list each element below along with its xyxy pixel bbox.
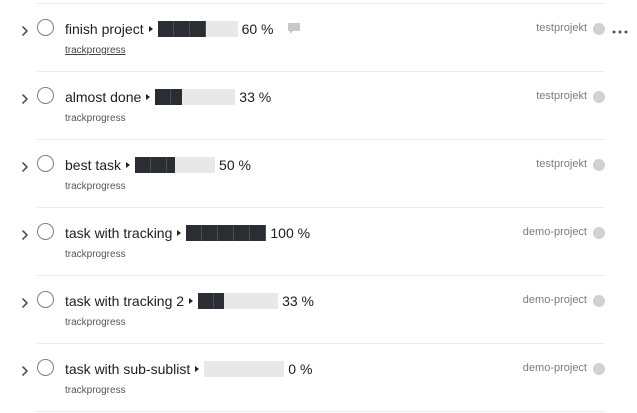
- progress-bar: [198, 293, 279, 309]
- progress-arrow-icon: [189, 298, 194, 304]
- chevron-right-icon[interactable]: [19, 23, 31, 39]
- progress-percent: 0 %: [288, 361, 313, 377]
- progress-bar: [157, 21, 238, 37]
- progress-percent: 100 %: [270, 225, 311, 241]
- task-title: finish project 60 %: [65, 20, 302, 38]
- task-name[interactable]: task with tracking 2: [65, 292, 184, 310]
- progress-bar: [155, 89, 236, 105]
- progress-arrow-icon: [146, 94, 151, 100]
- chevron-right-icon[interactable]: [19, 295, 31, 311]
- label-link[interactable]: trackprogress: [65, 113, 126, 125]
- task-title: task with tracking 100 %: [65, 224, 310, 242]
- chevron-right-icon[interactable]: [19, 91, 31, 107]
- project-name[interactable]: demo-project: [523, 293, 587, 307]
- chevron-right-icon[interactable]: [19, 227, 31, 243]
- project-name[interactable]: testprojekt: [536, 157, 587, 171]
- task-row[interactable]: almost done 33 % trackprogress testproje…: [0, 72, 637, 140]
- project-dot-icon: [593, 363, 605, 375]
- progress-percent: 33 %: [282, 293, 314, 309]
- progress-fill: [157, 21, 206, 37]
- task-checkbox[interactable]: [37, 223, 54, 240]
- task-checkbox[interactable]: [37, 359, 54, 376]
- label-link[interactable]: trackprogress: [65, 249, 126, 261]
- progress-fill: [186, 225, 267, 241]
- task-checkbox[interactable]: [37, 87, 54, 104]
- task-row[interactable]: finish project 60 % trackprogress testpr…: [0, 4, 637, 72]
- row-divider: [36, 411, 605, 412]
- progress-bar: [135, 157, 216, 173]
- task-row[interactable]: task with sub-sublist 0 % trackprogress …: [0, 344, 637, 412]
- progress-fill: [135, 157, 176, 173]
- project-name[interactable]: testprojekt: [536, 89, 587, 103]
- chevron-right-icon[interactable]: [19, 363, 31, 379]
- progress-percent: 33 %: [239, 89, 272, 105]
- project-name[interactable]: testprojekt: [536, 21, 587, 35]
- progress-arrow-icon: [195, 366, 200, 372]
- progress-arrow-icon: [148, 26, 153, 32]
- label-link[interactable]: trackprogress: [65, 45, 126, 57]
- task-name[interactable]: almost done: [65, 88, 141, 106]
- task-row[interactable]: task with tracking 2 33 % trackprogress …: [0, 276, 637, 344]
- comment-icon[interactable]: [286, 22, 302, 36]
- progress-fill: [155, 89, 182, 105]
- task-title: best task 50 %: [65, 156, 251, 174]
- project-name[interactable]: demo-project: [523, 361, 587, 375]
- task-name[interactable]: best task: [65, 156, 121, 174]
- label-link[interactable]: trackprogress: [65, 181, 126, 193]
- label-link[interactable]: trackprogress: [65, 385, 126, 397]
- progress-percent: 50 %: [219, 157, 251, 173]
- project-dot-icon: [593, 227, 605, 239]
- project-dot-icon: [593, 295, 605, 307]
- chevron-right-icon[interactable]: [19, 159, 31, 175]
- project-name[interactable]: demo-project: [523, 225, 587, 239]
- project-dot-icon: [593, 91, 605, 103]
- progress-arrow-icon: [126, 162, 131, 168]
- progress-percent: 60 %: [241, 21, 274, 37]
- task-list: finish project 60 % trackprogress testpr…: [0, 0, 637, 413]
- task-name[interactable]: finish project: [65, 20, 144, 38]
- project-dot-icon: [593, 159, 605, 171]
- progress-arrow-icon: [177, 230, 182, 236]
- task-checkbox[interactable]: [37, 19, 54, 36]
- task-title: almost done 33 %: [65, 88, 271, 106]
- task-checkbox[interactable]: [37, 291, 54, 308]
- task-row[interactable]: best task 50 % trackprogress testprojekt: [0, 140, 637, 208]
- task-name[interactable]: task with tracking: [65, 224, 172, 242]
- task-title: task with tracking 2 33 %: [65, 292, 314, 310]
- task-checkbox[interactable]: [37, 155, 54, 172]
- more-actions-icon[interactable]: [612, 30, 628, 34]
- project-dot-icon: [593, 23, 605, 35]
- progress-bar: [204, 361, 285, 377]
- task-title: task with sub-sublist 0 %: [65, 360, 312, 378]
- label-link[interactable]: trackprogress: [65, 317, 126, 329]
- task-row[interactable]: task with tracking 100 % trackprogress d…: [0, 208, 637, 276]
- task-name[interactable]: task with sub-sublist: [65, 360, 190, 378]
- progress-bar: [186, 225, 267, 241]
- progress-fill: [198, 293, 225, 309]
